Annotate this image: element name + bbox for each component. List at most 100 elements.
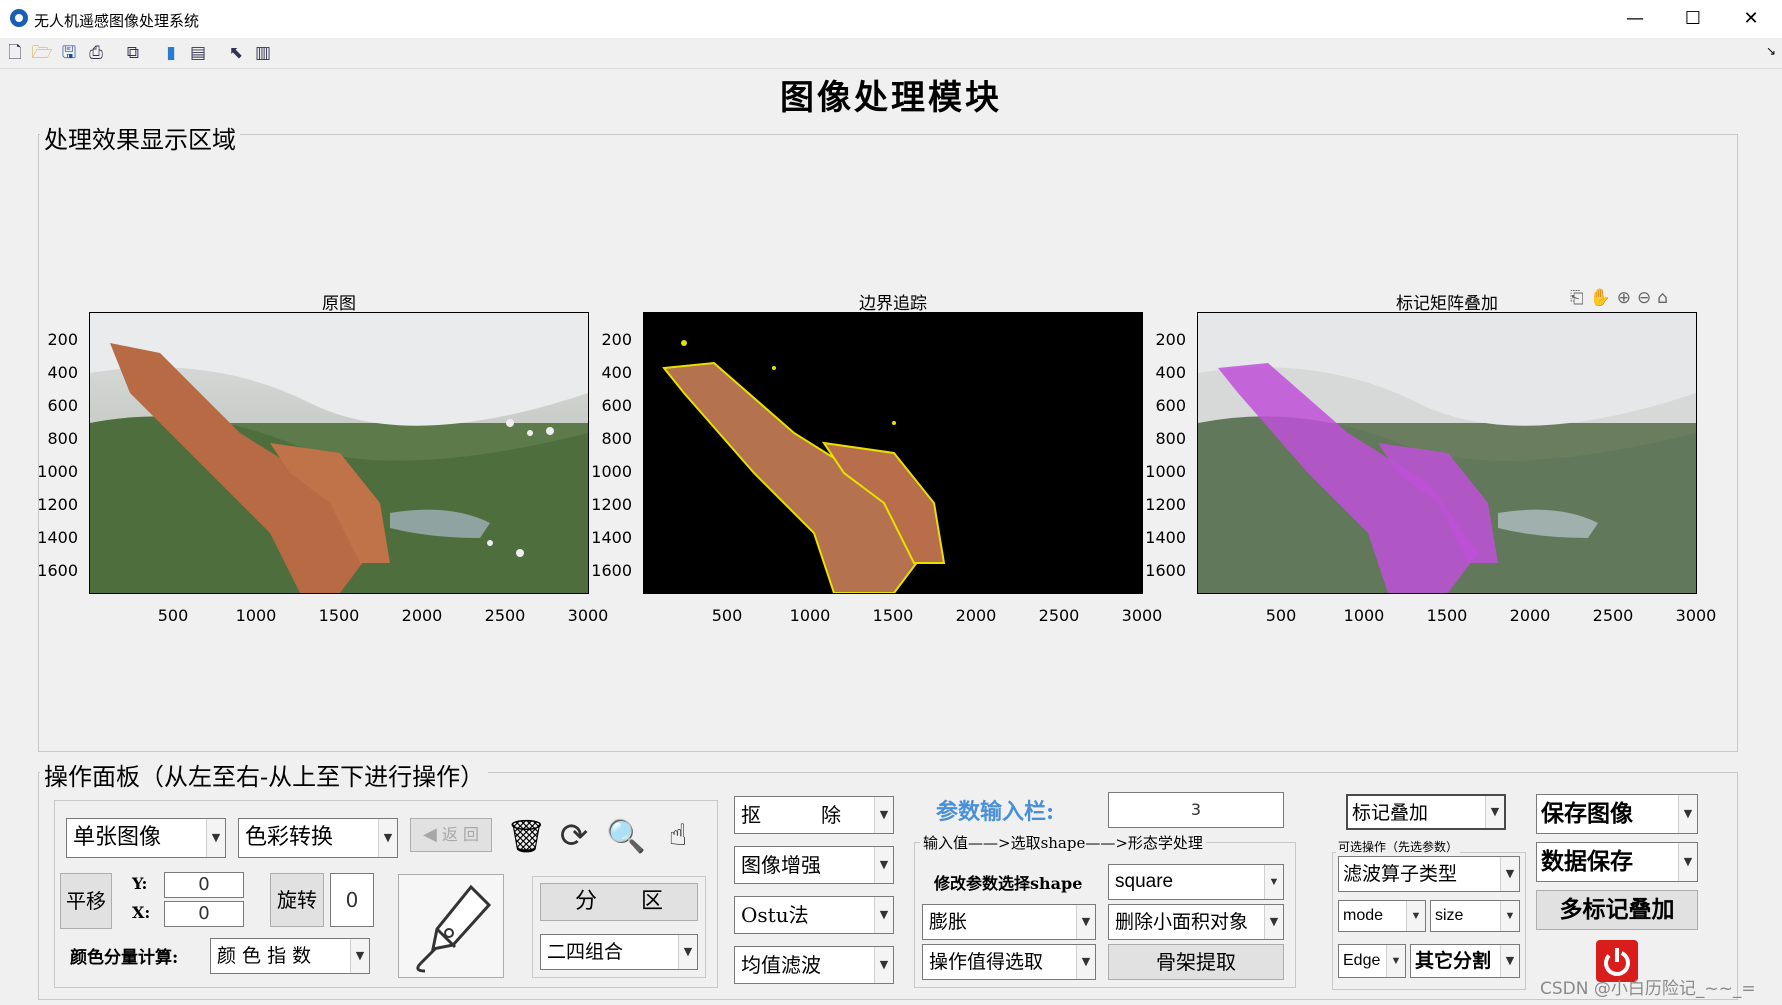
print-icon[interactable]: ⎙	[85, 42, 107, 64]
enhance-select[interactable]: 图像增强 ▼	[734, 846, 894, 884]
title-bar: 无人机遥感图像处理系统 — ☐ ✕	[0, 0, 1782, 39]
zoom-icon[interactable]: 🔍	[604, 814, 648, 858]
color-index-select[interactable]: 颜 色 指 数 ▼	[210, 938, 370, 974]
open-folder-icon[interactable]: 🗁	[31, 42, 53, 64]
multi-overlay-button[interactable]: 多标记叠加	[1536, 890, 1698, 930]
other-seg-value: 其它分割	[1415, 950, 1492, 972]
maximize-button[interactable]: ☐	[1664, 0, 1722, 38]
x-offset-input[interactable]: 0	[164, 901, 244, 927]
pan-button[interactable]: 平移	[60, 873, 112, 929]
fountain-pen-icon	[416, 884, 492, 973]
page-heading: 图像处理模块	[780, 78, 1002, 118]
watermark: CSDN @小白历险记_~~_=	[1540, 979, 1756, 999]
overlay-image	[1197, 312, 1697, 594]
x-tick: 2500	[484, 606, 526, 625]
param-input-label: 参数输入栏:	[936, 799, 1055, 825]
shape-select[interactable]: square ▼	[1108, 864, 1284, 900]
partition-combo-select[interactable]: 二四组合 ▼	[540, 934, 698, 970]
color-calc-label: 颜色分量计算:	[70, 948, 179, 968]
refresh-icon[interactable]: ⟳	[554, 816, 594, 856]
matting-select[interactable]: 抠 除 ▼	[734, 796, 894, 834]
remove-small-select[interactable]: 删除小面积对象 ▼	[1108, 904, 1284, 940]
x-tick: 3000	[1675, 606, 1717, 625]
chevron-down-icon: ▼	[350, 939, 369, 973]
filter-select[interactable]: 均值滤波 ▼	[734, 946, 894, 984]
back-button[interactable]: ◀ 返 回	[410, 818, 492, 852]
save-data-select[interactable]: 数据保存 ▼	[1536, 842, 1698, 882]
filter-type-value: 滤波算子类型	[1343, 863, 1458, 885]
morphology-group-title: 输入值——>选取shape——>形态学处理	[920, 832, 1206, 853]
partition-combo-value: 二四组合	[547, 941, 624, 963]
other-seg-select[interactable]: 其它分割 ▼	[1410, 944, 1520, 978]
save-image-select[interactable]: 保存图像 ▼	[1536, 794, 1698, 834]
threshold-select[interactable]: Ostu法 ▼	[734, 896, 894, 934]
x-tick: 2500	[1592, 606, 1634, 625]
property-editor-icon[interactable]: ▥	[252, 42, 274, 64]
chevron-down-icon: ▼	[1406, 901, 1425, 931]
edge-select[interactable]: Edge ▼	[1338, 944, 1406, 978]
dilate-select[interactable]: 膨胀 ▼	[922, 904, 1096, 940]
chevron-down-icon: ▼	[874, 847, 893, 883]
x-tick: 500	[711, 606, 743, 625]
pointer-icon[interactable]: ⬉	[225, 42, 247, 64]
color-convert-select[interactable]: 色彩转换 ▼	[238, 818, 398, 858]
y-tick: 200	[601, 330, 632, 349]
rotate-button[interactable]: 旋转	[270, 873, 324, 927]
trash-icon[interactable]: 🗑	[506, 816, 547, 856]
y-tick: 1000	[591, 462, 632, 481]
y-tick: 1600	[37, 561, 78, 580]
x-tick: 2000	[1509, 606, 1551, 625]
partition-button[interactable]: 分 区	[540, 883, 698, 921]
chevron-down-icon: ▼	[1500, 901, 1519, 931]
x-ticks-original: 500 1000 1500 2000 2500 3000	[89, 606, 609, 626]
x-tick: 1500	[872, 606, 914, 625]
size-select[interactable]: size ▼	[1430, 900, 1520, 932]
matting-value: 抠 除	[741, 803, 841, 827]
y-tick: 1000	[37, 462, 78, 481]
original-image	[89, 312, 589, 594]
image-mode-select[interactable]: 单张图像 ▼	[66, 818, 226, 858]
color-convert-value: 色彩转换	[245, 825, 334, 850]
edge-value: Edge	[1343, 952, 1381, 969]
mark-overlay-value: 标记叠加	[1352, 802, 1429, 824]
hand-pointer-icon[interactable]: ☝	[656, 814, 700, 858]
x-label: X:	[132, 903, 151, 922]
x-tick: 1500	[318, 606, 360, 625]
param-input[interactable]: 3	[1108, 792, 1284, 828]
minimize-button[interactable]: —	[1606, 0, 1664, 38]
chevron-down-icon: ▼	[378, 819, 397, 857]
dilate-value: 膨胀	[929, 911, 968, 933]
x-tick: 2000	[955, 606, 997, 625]
x-tick: 500	[1265, 606, 1297, 625]
overlay-image-render	[1198, 313, 1696, 593]
filter-type-select[interactable]: 滤波算子类型 ▼	[1338, 856, 1520, 892]
y-tick: 200	[1155, 330, 1186, 349]
chevron-down-icon: ▼	[1678, 843, 1697, 881]
x-tick: 3000	[1121, 606, 1163, 625]
mode-select[interactable]: mode ▼	[1338, 900, 1426, 932]
chevron-down-icon: ▼	[874, 797, 893, 833]
chevron-down-icon: ▼	[1500, 857, 1519, 891]
legend-icon[interactable]: ▤	[187, 42, 209, 64]
axes-title-original: 原图	[322, 294, 356, 314]
mark-overlay-select[interactable]: 标记叠加 ▼	[1346, 794, 1506, 830]
chevron-down-icon: ▼	[1264, 865, 1283, 899]
shape-value: square	[1115, 871, 1174, 892]
print-preview-icon[interactable]: ⧉	[122, 42, 144, 64]
skeleton-button[interactable]: 骨架提取	[1108, 944, 1284, 980]
pen-tool-button[interactable]	[398, 874, 504, 978]
op-value-select[interactable]: 操作值得选取 ▼	[922, 944, 1096, 980]
y-offset-input[interactable]: 0	[164, 872, 244, 898]
dock-arrow-icon[interactable]: ↘	[1766, 44, 1776, 58]
chevron-down-icon: ▼	[1076, 945, 1095, 979]
axes-title-boundary: 边界追踪	[859, 294, 927, 314]
modify-shape-label: 修改参数选择shape	[934, 874, 1083, 893]
new-file-icon[interactable]: 🗋	[4, 42, 26, 64]
colorbar-icon[interactable]: ▮	[160, 42, 182, 64]
app-icon	[10, 9, 28, 27]
save-icon[interactable]: 🖫	[58, 42, 80, 64]
rotate-angle-input[interactable]: 0	[330, 873, 374, 927]
y-label: Y:	[132, 874, 148, 893]
y-tick: 600	[601, 396, 632, 415]
close-button[interactable]: ✕	[1722, 0, 1780, 38]
